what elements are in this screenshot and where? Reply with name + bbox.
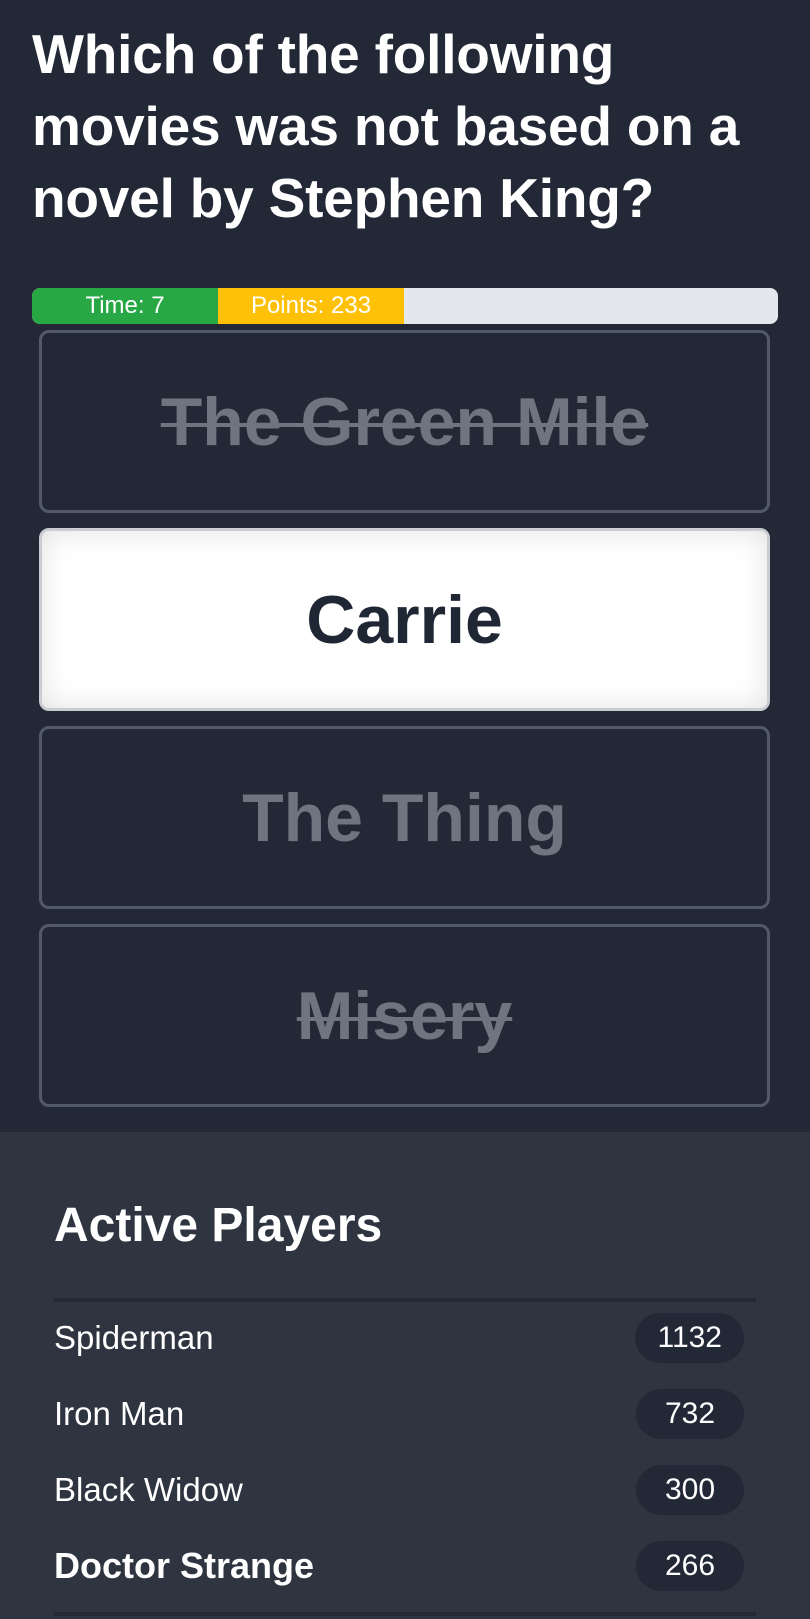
- player-score-badge: 732: [636, 1389, 744, 1439]
- answer-label: Carrie: [306, 581, 503, 658]
- player-row: Iron Man 732: [54, 1384, 744, 1444]
- answer-label: The Green Mile: [160, 383, 649, 460]
- player-name: Spiderman: [54, 1319, 214, 1356]
- answer-option-carrie[interactable]: Carrie: [39, 528, 770, 711]
- player-score-badge: 1132: [635, 1313, 744, 1363]
- time-remaining-segment: Time: 7: [32, 288, 218, 324]
- players-bottom-divider: [54, 1612, 756, 1616]
- player-row: Black Widow 300: [54, 1460, 744, 1520]
- points-segment: Points: 233: [218, 288, 404, 324]
- player-name: Black Widow: [54, 1471, 243, 1508]
- question-text: Which of the following movies was not ba…: [32, 23, 740, 229]
- answer-list: The Green Mile Carrie The Thing Misery: [39, 330, 770, 1122]
- player-score-badge: 300: [636, 1465, 744, 1515]
- player-row: Spiderman 1132: [54, 1308, 744, 1368]
- points-label: Points: 233: [250, 292, 372, 319]
- answer-label: The Thing: [242, 779, 567, 856]
- active-players-title: Active Players: [54, 1199, 383, 1252]
- player-score-badge: 266: [636, 1541, 744, 1591]
- answer-option-misery[interactable]: Misery: [39, 924, 770, 1107]
- player-name: Doctor Strange: [54, 1545, 315, 1586]
- players-divider: [54, 1298, 756, 1302]
- answer-label: Misery: [296, 977, 513, 1054]
- answer-option-the-green-mile[interactable]: The Green Mile: [39, 330, 770, 513]
- time-label: Time: 7: [85, 292, 165, 319]
- active-players-panel: Active Players Spiderman 1132 Iron Man 7…: [0, 1132, 810, 1619]
- player-row-current: Doctor Strange 266: [54, 1536, 744, 1596]
- answer-option-the-thing[interactable]: The Thing: [39, 726, 770, 909]
- player-name: Iron Man: [54, 1395, 185, 1432]
- progress-bar: Time: 7 Points: 233: [32, 288, 778, 324]
